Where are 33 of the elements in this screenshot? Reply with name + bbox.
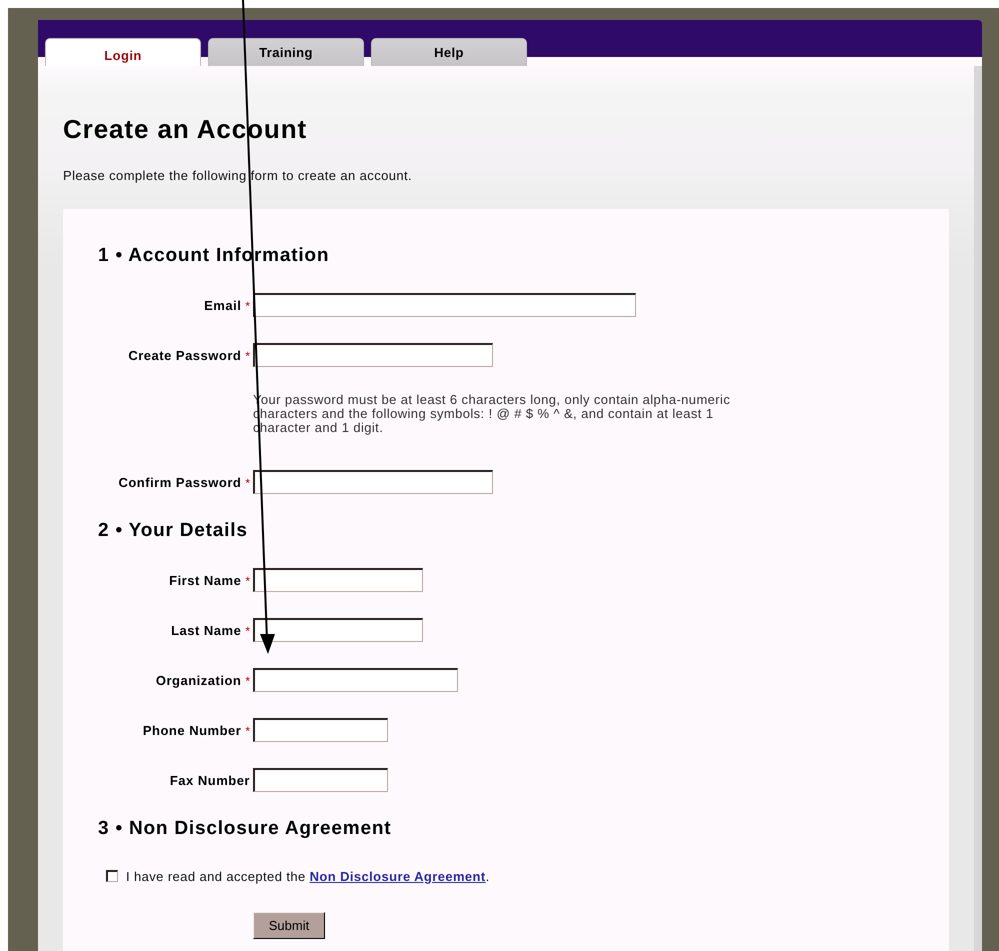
input-field[interactable] (253, 568, 423, 592)
field-label: Create Password (128, 348, 242, 362)
required-asterisk: * (245, 574, 250, 588)
section-heading: 3 • Non Disclosure Agreement (98, 818, 392, 840)
submit-button[interactable]: Submit (253, 912, 325, 939)
input-field[interactable] (253, 618, 423, 642)
nav-tab[interactable]: Help (371, 38, 527, 66)
field-label: Phone Number (142, 722, 242, 738)
field-label: Confirm Password (118, 474, 242, 490)
required-asterisk: * (245, 476, 250, 490)
input-field[interactable] (253, 470, 493, 494)
input-field[interactable] (253, 293, 636, 317)
required-asterisk: * (245, 724, 250, 738)
required-asterisk: * (245, 348, 250, 362)
required-asterisk: * (245, 298, 250, 312)
required-asterisk: * (245, 624, 250, 638)
field-label: Last Name (171, 622, 242, 638)
input-field[interactable] (253, 343, 493, 367)
field-label: Email (204, 298, 242, 312)
required-asterisk: * (245, 674, 250, 688)
agreement-text: I have read and accepted the Non Disclosure Agreement. (126, 868, 490, 884)
field-label: First Name (169, 572, 242, 588)
agreement-checkbox[interactable] (106, 870, 118, 882)
input-field[interactable] (253, 768, 388, 792)
section-heading: 2 • Your Details (98, 520, 248, 542)
field-label: Fax Number (170, 772, 250, 788)
field-label: Organization (156, 672, 242, 688)
input-field[interactable] (253, 718, 388, 742)
nav-tab[interactable]: Login (45, 38, 201, 66)
nda-link[interactable]: Non Disclosure Agreement (310, 868, 486, 884)
nav-tab[interactable]: Training (208, 38, 364, 66)
page-description: Please complete the following form to create an account. (63, 169, 414, 183)
input-field[interactable] (253, 668, 458, 692)
